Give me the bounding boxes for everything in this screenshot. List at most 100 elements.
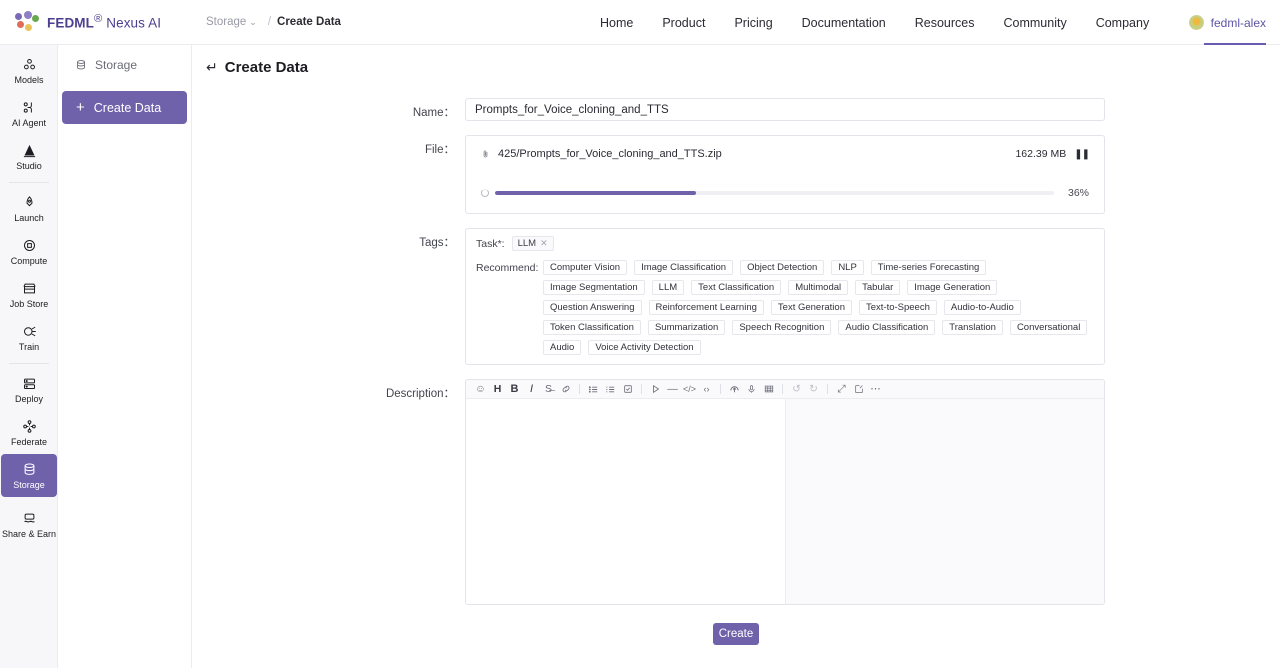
form-actions: Create	[192, 623, 1280, 645]
user-menu[interactable]: fedml-alex	[1188, 0, 1266, 45]
recommend-chip[interactable]: Voice Activity Detection	[588, 340, 701, 355]
pause-upload-button[interactable]: ❚❚	[1074, 149, 1090, 160]
sidebar-item-share-earn[interactable]: Share & Earn	[0, 503, 58, 546]
recommend-chip[interactable]: Multimodal	[788, 280, 849, 295]
chevron-down-icon[interactable]: ⌄	[249, 17, 257, 28]
upload-icon[interactable]	[726, 380, 743, 399]
back-arrow-icon[interactable]: ↵	[206, 59, 218, 76]
nav-home[interactable]: Home	[600, 16, 633, 30]
recommend-chip[interactable]: Computer Vision	[543, 260, 628, 275]
table-icon[interactable]	[760, 380, 777, 399]
undo-icon[interactable]: ↺	[788, 380, 805, 399]
recommend-chip[interactable]: Speech Recognition	[732, 320, 832, 335]
bold-icon[interactable]: B	[506, 380, 523, 399]
recommend-chip[interactable]: Question Answering	[543, 300, 642, 315]
progress-fill	[495, 191, 697, 195]
nav-community[interactable]: Community	[1003, 16, 1066, 30]
more-options-icon[interactable]: ⋯	[867, 380, 884, 399]
recommend-chip[interactable]: Token Classification	[543, 320, 641, 335]
user-name: fedml-alex	[1210, 15, 1266, 30]
recommend-chip[interactable]: Tabular	[855, 280, 901, 295]
ordered-list-icon[interactable]	[602, 380, 619, 399]
recommend-chip[interactable]: Image Segmentation	[543, 280, 645, 295]
file-name: 425/Prompts_for_Voice_cloning_and_TTS.zi…	[498, 148, 722, 160]
recommend-chip[interactable]: Text Generation	[770, 300, 852, 315]
page-title-text: Create Data	[224, 59, 309, 76]
redo-icon[interactable]: ↻	[805, 380, 822, 399]
compute-icon	[22, 237, 37, 254]
loading-spinner-icon	[481, 189, 489, 197]
quote-icon[interactable]	[647, 380, 664, 399]
nav-company[interactable]: Company	[1096, 16, 1150, 30]
page-title: ↵ Create Data	[206, 59, 1280, 76]
sidebar-item-federate[interactable]: Federate	[0, 411, 58, 454]
recommend-chip[interactable]: Image Generation	[907, 280, 998, 295]
nav-pricing[interactable]: Pricing	[734, 16, 772, 30]
rail-label: Storage	[13, 480, 45, 490]
nav-product[interactable]: Product	[662, 16, 705, 30]
strikethrough-icon[interactable]: S̶	[540, 380, 557, 399]
recommend-chip[interactable]: Audio Classification	[838, 320, 936, 335]
form-row-name: Name： Prompts_for_Voice_cloning_and_TTS	[192, 98, 1280, 121]
recommend-chip[interactable]: Text-to-Speech	[858, 300, 937, 315]
sidebar-item-compute[interactable]: Compute	[0, 230, 58, 273]
sidebar-item-models[interactable]: Models	[0, 49, 58, 92]
recommend-chip[interactable]: Text Classification	[691, 280, 782, 295]
plus-icon: +	[76, 99, 85, 116]
recommend-section: Recommend: Computer Vision Image Classifi…	[476, 260, 1094, 355]
breadcrumb-current: Create Data	[277, 16, 341, 28]
nav-resources[interactable]: Resources	[915, 16, 975, 30]
recommend-chip[interactable]: Translation	[942, 320, 1003, 335]
code-block-icon[interactable]: ‹›	[698, 380, 715, 399]
toolbar-divider	[827, 384, 828, 394]
toolbar-divider	[579, 384, 580, 394]
train-icon	[22, 323, 37, 340]
inline-code-icon[interactable]: </>	[681, 380, 698, 399]
recommend-chip[interactable]: Audio-to-Audio	[943, 300, 1021, 315]
checklist-icon[interactable]	[619, 380, 636, 399]
microphone-icon[interactable]	[743, 380, 760, 399]
fullscreen-icon[interactable]: ⤢	[833, 380, 850, 399]
selected-tag-chip[interactable]: LLM ✕	[511, 236, 554, 251]
recommend-chip[interactable]: NLP	[831, 260, 864, 275]
recommend-chip[interactable]: Reinforcement Learning	[648, 300, 764, 315]
description-textarea[interactable]	[466, 399, 786, 604]
sidebar-item-job-store[interactable]: Job Store	[0, 273, 58, 316]
sidebar-item-train[interactable]: Train	[0, 316, 58, 359]
emoji-icon[interactable]: ☺	[472, 380, 489, 399]
nav-documentation[interactable]: Documentation	[802, 16, 886, 30]
sidebar-item-studio[interactable]: Studio	[0, 135, 58, 178]
recommend-chip[interactable]: Time-series Forecasting	[870, 260, 987, 275]
italic-icon[interactable]: I	[523, 380, 540, 399]
breadcrumb-storage[interactable]: Storage	[206, 16, 246, 28]
description-preview-pane	[785, 399, 1104, 604]
recommend-chip[interactable]: Audio	[543, 340, 582, 355]
create-button[interactable]: Create	[713, 623, 759, 645]
create-data-button[interactable]: + Create Data	[62, 91, 187, 124]
recommend-chip[interactable]: LLM	[651, 280, 685, 295]
ai-agent-icon	[22, 99, 37, 116]
link-icon[interactable]	[557, 380, 574, 399]
file-row: 425/Prompts_for_Voice_cloning_and_TTS.zi…	[481, 148, 1090, 160]
models-icon	[22, 56, 37, 73]
sidebar-item-storage[interactable]: Storage	[1, 454, 57, 497]
sidebar-item-storage-section[interactable]: Storage	[58, 51, 191, 79]
edit-mode-icon[interactable]	[850, 380, 867, 399]
breadcrumb: Storage ⌄ / Create Data	[206, 16, 341, 28]
sidebar-item-ai-agent[interactable]: AI Agent	[0, 92, 58, 135]
recommend-chip[interactable]: Summarization	[647, 320, 726, 335]
sidebar-item-launch[interactable]: Launch	[0, 187, 58, 230]
unordered-list-icon[interactable]	[585, 380, 602, 399]
name-input[interactable]: Prompts_for_Voice_cloning_and_TTS	[465, 98, 1105, 121]
avatar	[1188, 15, 1204, 30]
brand[interactable]: FEDML® Nexus AI	[14, 11, 184, 33]
recommend-chip[interactable]: Object Detection	[740, 260, 825, 275]
recommend-chip[interactable]: Conversational	[1009, 320, 1088, 335]
horizontal-rule-icon[interactable]: —	[664, 380, 681, 399]
remove-tag-icon[interactable]: ✕	[540, 238, 548, 249]
sidebar-item-deploy[interactable]: Deploy	[0, 368, 58, 411]
rail-label: AI Agent	[11, 118, 47, 128]
rail-label: Train	[18, 342, 40, 352]
recommend-chip[interactable]: Image Classification	[634, 260, 734, 275]
heading-icon[interactable]: H	[489, 380, 506, 399]
